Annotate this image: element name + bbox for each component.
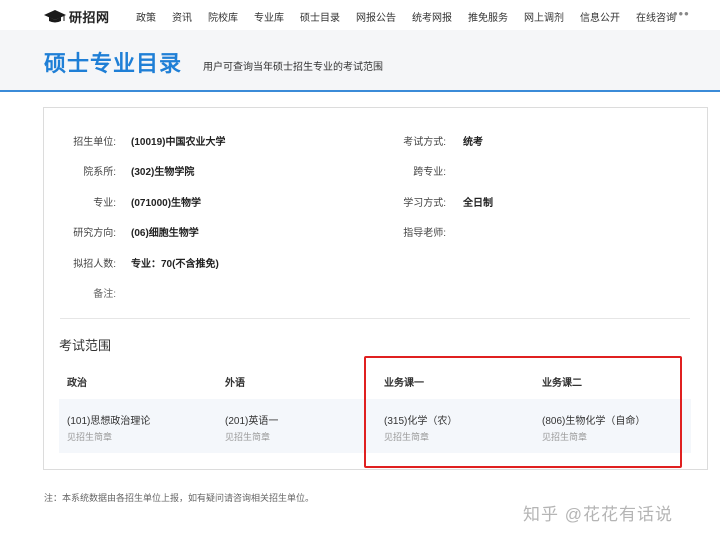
dept-label: 院系所:	[83, 167, 116, 178]
remark-label: 备注:	[93, 289, 116, 300]
exam-method-value: 统考	[463, 137, 483, 148]
nav-item-registration-notice[interactable]: 网报公告	[356, 9, 396, 24]
top-navbar: 研招网 政策 资讯 院校库 专业库 硕士目录 网报公告 统考网报 推免服务 网上…	[0, 0, 720, 30]
dept-value: (302)生物学院	[131, 167, 195, 178]
nav-item-online-consult[interactable]: 在线咨询	[636, 9, 676, 24]
page-subtitle: 用户可查询当年硕士招生专业的考试范围	[203, 62, 383, 73]
quota-value: 专业：70(不含推免)	[131, 259, 219, 270]
main-nav: 政策 资讯 院校库 专业库 硕士目录 网报公告 统考网报 推免服务 网上调剂 信…	[136, 9, 692, 24]
nav-item-schools[interactable]: 院校库	[208, 9, 238, 24]
direction-value: (06)细胞生物学	[131, 228, 199, 239]
nav-item-exam-registration[interactable]: 统考网报	[412, 9, 452, 24]
direction-label: 研究方向:	[73, 228, 116, 239]
major-value: (071000)生物学	[131, 198, 202, 209]
unit-value: (10019)中国农业大学	[131, 137, 226, 148]
page-header: 硕士专业目录 用户可查询当年硕士招生专业的考试范围	[0, 30, 720, 92]
nav-item-recommendation[interactable]: 推免服务	[468, 9, 508, 24]
header-politics: 政治	[67, 378, 87, 389]
cross-major-label: 跨专业:	[413, 167, 446, 178]
watermark: 知乎 @花花有话说	[523, 505, 673, 524]
graduation-cap-icon	[44, 9, 66, 22]
logo-text: 研招网	[69, 11, 110, 26]
nav-item-adjustment[interactable]: 网上调剂	[524, 9, 564, 24]
nav-item-master-catalog[interactable]: 硕士目录	[300, 9, 340, 24]
quota-label: 拟招人数:	[73, 259, 116, 270]
brochure-link-politics[interactable]: 见招生简章	[67, 430, 112, 443]
subject-politics: (101)思想政治理论	[67, 416, 151, 427]
nav-item-news[interactable]: 资讯	[172, 9, 192, 24]
subject-foreign-language: (201)英语一	[225, 416, 279, 427]
unit-label: 招生单位:	[73, 137, 116, 148]
page-title: 硕士专业目录	[44, 51, 183, 76]
footer-note: 注：本系统数据由各招生单位上报，如有疑问请咨询相关招生单位。	[44, 493, 315, 503]
section-divider	[60, 318, 690, 319]
major-label: 专业:	[93, 198, 116, 209]
highlight-box	[364, 356, 682, 468]
brochure-link-language[interactable]: 见招生简章	[225, 430, 270, 443]
site-logo[interactable]: 研招网	[44, 7, 110, 26]
nav-item-policy[interactable]: 政策	[136, 9, 156, 24]
exam-method-label: 考试方式:	[403, 137, 446, 148]
study-mode-label: 学习方式:	[403, 198, 446, 209]
study-mode-value: 全日制	[463, 198, 493, 209]
nav-item-info-disclosure[interactable]: 信息公开	[580, 9, 620, 24]
header-foreign-language: 外语	[225, 378, 245, 389]
exam-scope-title: 考试范围	[59, 338, 112, 353]
more-menu-icon[interactable]: •••	[673, 6, 690, 21]
advisor-label: 指导老师:	[403, 228, 446, 239]
nav-item-majors[interactable]: 专业库	[254, 9, 284, 24]
